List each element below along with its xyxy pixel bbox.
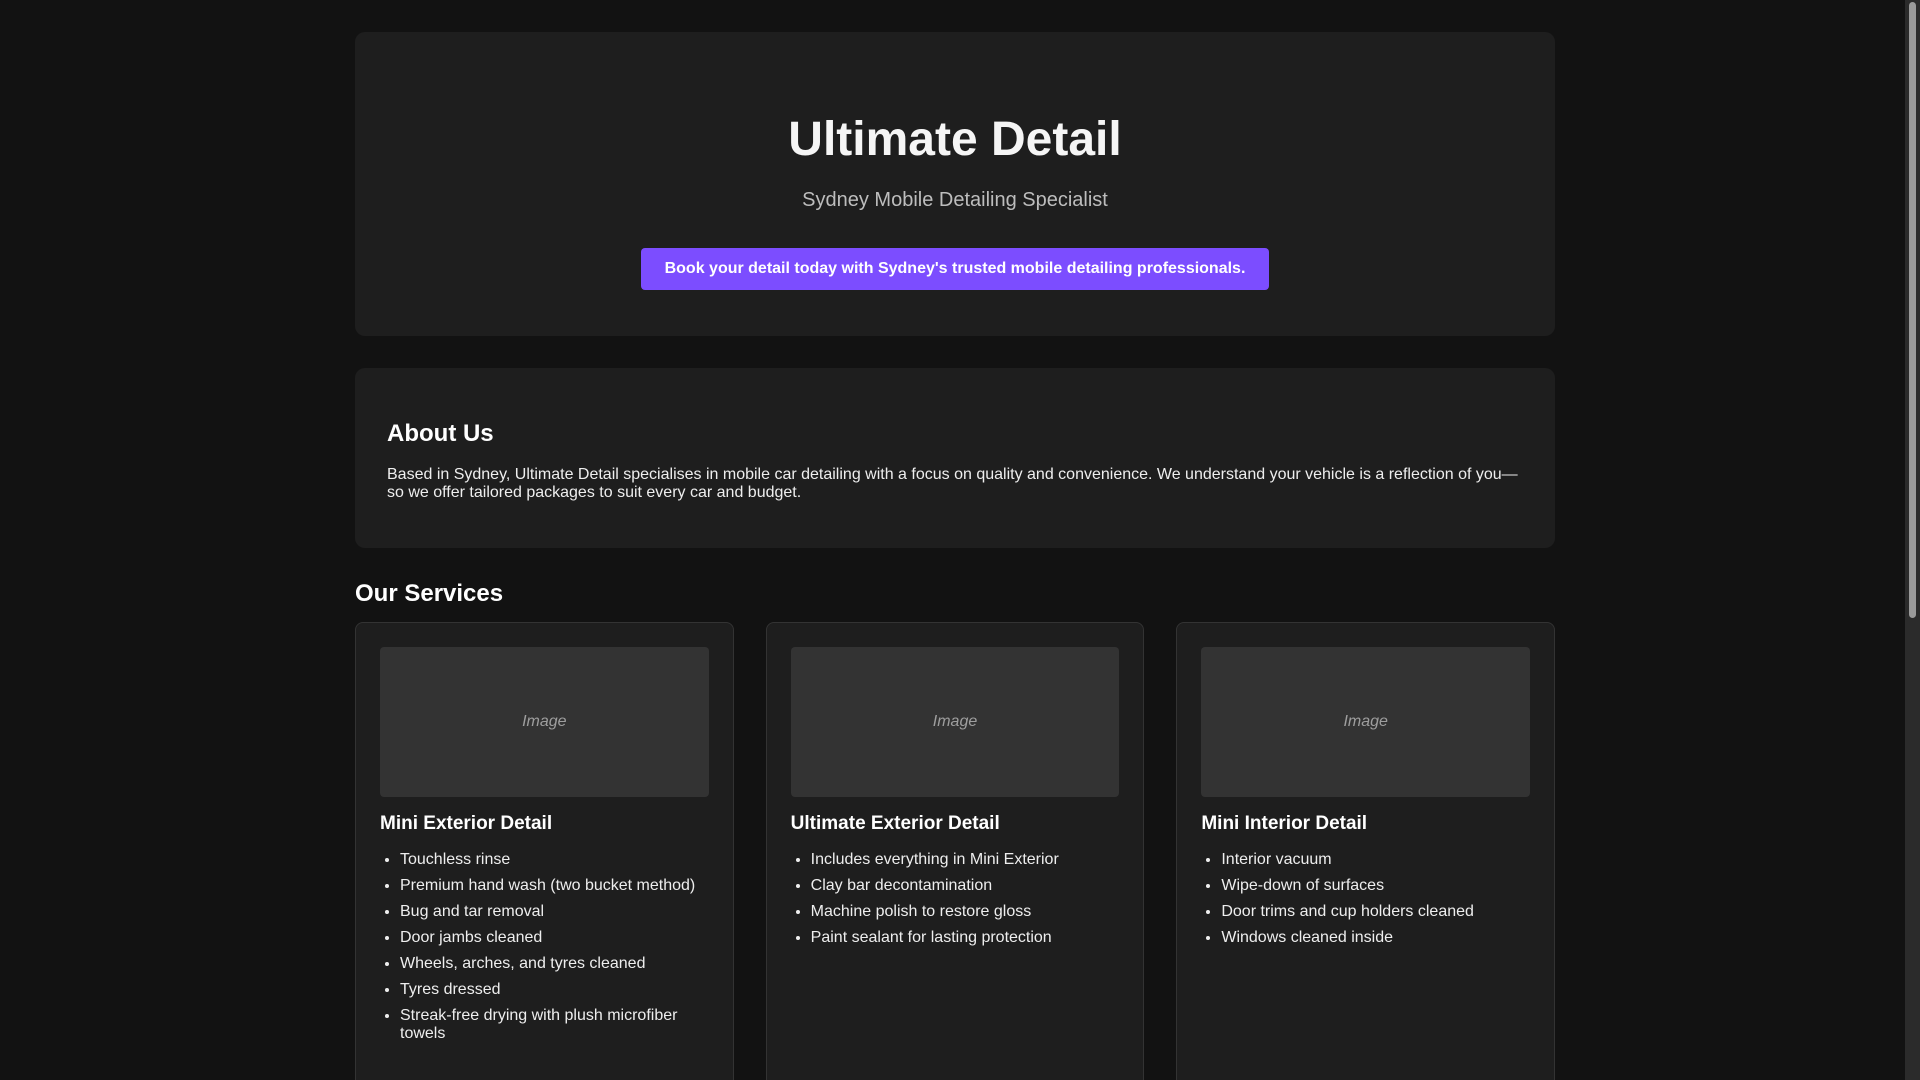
list-item: Streak-free drying with plush microfiber… — [400, 1007, 709, 1043]
service-image-placeholder: Image — [380, 647, 709, 797]
list-item: Interior vacuum — [1221, 851, 1530, 869]
page: Ultimate Detail Sydney Mobile Detailing … — [0, 0, 1920, 1080]
list-item: Premium hand wash (two bucket method) — [400, 877, 709, 895]
service-title: Mini Interior Detail — [1201, 813, 1368, 834]
service-image-placeholder: Image — [1201, 647, 1531, 797]
list-item: Includes everything in Mini Exterior — [811, 851, 1120, 869]
list-item: Bug and tar removal — [400, 903, 709, 921]
service-feature-list: Touchless rinse Premium hand wash (two b… — [380, 851, 709, 1043]
list-item: Wheels, arches, and tyres cleaned — [400, 955, 709, 973]
services-heading: Our Services — [355, 580, 504, 607]
main-container: Ultimate Detail Sydney Mobile Detailing … — [355, 32, 1556, 1080]
list-item: Machine polish to restore gloss — [811, 903, 1120, 921]
about-heading: About Us — [387, 420, 494, 447]
service-card-ultimate-exterior: Image Ultimate Exterior Detail Includes … — [765, 622, 1145, 1080]
list-item: Paint sealant for lasting protection — [811, 929, 1120, 947]
vertical-scrollbar[interactable] — [1905, 0, 1920, 1080]
page-title: Ultimate Detail — [788, 113, 1122, 166]
service-card-mini-interior: Image Mini Interior Detail Interior vacu… — [1176, 622, 1556, 1080]
scrollbar-thumb[interactable] — [1909, 2, 1916, 618]
list-item: Clay bar decontamination — [811, 877, 1120, 895]
service-card-mini-exterior: Image Mini Exterior Detail Touchless rin… — [355, 622, 734, 1080]
about-section: About Us Based in Sydney, Ultimate Detai… — [355, 368, 1555, 548]
service-image-placeholder: Image — [790, 647, 1120, 797]
book-detail-button[interactable]: Book your detail today with Sydney's tru… — [640, 248, 1270, 290]
service-feature-list: Includes everything in Mini Exterior Cla… — [791, 851, 1120, 947]
hero-section: Ultimate Detail Sydney Mobile Detailing … — [355, 32, 1555, 336]
list-item: Door trims and cup holders cleaned — [1221, 903, 1530, 921]
list-item: Door jambs cleaned — [400, 929, 709, 947]
service-feature-list: Interior vacuum Wipe-down of surfaces Do… — [1201, 851, 1530, 947]
service-title: Ultimate Exterior Detail — [790, 813, 1000, 834]
list-item: Windows cleaned inside — [1221, 929, 1530, 947]
hero-subtitle: Sydney Mobile Detailing Specialist — [802, 189, 1108, 211]
service-title: Mini Exterior Detail — [380, 813, 553, 834]
list-item: Tyres dressed — [400, 981, 709, 999]
list-item: Touchless rinse — [400, 851, 709, 869]
about-text: Based in Sydney, Ultimate Detail special… — [387, 466, 1518, 501]
services-grid: Image Mini Exterior Detail Touchless rin… — [355, 622, 1556, 1080]
list-item: Wipe-down of surfaces — [1221, 877, 1530, 895]
